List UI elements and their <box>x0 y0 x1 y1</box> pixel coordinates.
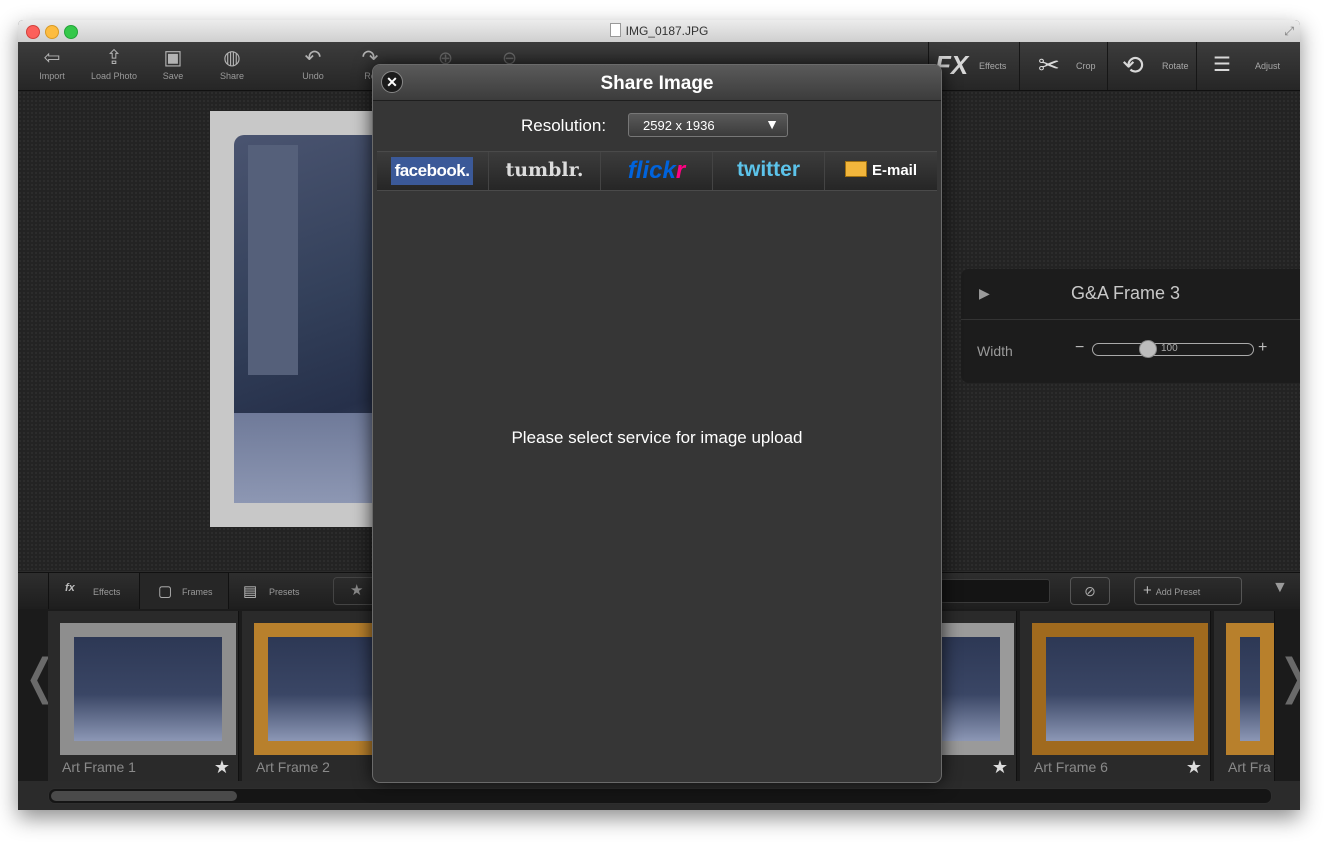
tab-adjust-label: Adjust <box>1255 61 1281 71</box>
globe-icon: ◍ <box>223 47 241 69</box>
dialog-message: Please select service for image upload <box>511 428 803 447</box>
title-bar: IMG_0187.JPG ⤢ <box>18 20 1300 43</box>
star-icon[interactable]: ★ <box>992 757 1008 778</box>
add-preset-button[interactable]: + Add Preset <box>1134 577 1242 605</box>
frame-item-1[interactable]: Art Frame 1 ★ <box>48 611 239 781</box>
resolution-label: Resolution: <box>521 116 607 135</box>
tumblr-logo: tumblr. <box>505 159 584 181</box>
minus-icon[interactable]: − <box>1075 339 1084 357</box>
divider <box>961 319 1300 320</box>
email-button[interactable]: E-mail <box>825 152 937 190</box>
tab-bottom-effects[interactable]: fx Effects <box>48 573 139 609</box>
tab-bottom-frames[interactable]: ▢ Frames <box>139 573 228 609</box>
save-icon: ▣ <box>163 47 183 69</box>
service-bar: facebook. tumblr. flickr twitter E-mail <box>377 151 937 191</box>
dialog-title: Share Image <box>600 73 714 94</box>
tab-effects-label: Effects <box>979 61 1007 71</box>
tab-crop-label: Crop <box>1076 61 1096 71</box>
plus-icon: + <box>1143 582 1152 599</box>
fx-icon: fx <box>65 582 75 594</box>
plus-icon[interactable]: + <box>1258 339 1267 357</box>
email-label: E-mail <box>871 162 917 179</box>
email-logo: E-mail <box>825 161 937 179</box>
fullscreen-icon[interactable]: ⤢ <box>1284 24 1294 39</box>
scrollbar-thumb[interactable] <box>51 791 237 801</box>
tab-bottom-presets-label: Presets <box>269 587 300 597</box>
thumbnail-photo <box>74 637 222 741</box>
tab-bottom-presets[interactable]: ▤ Presets <box>228 573 317 609</box>
star-icon[interactable]: ★ <box>1186 757 1202 778</box>
resolution-dropdown[interactable]: 2592 x 1936 ▼ <box>628 113 788 137</box>
width-label: Width <box>977 343 1013 359</box>
rotate-icon: ⟲ <box>1122 50 1144 80</box>
tab-crop[interactable]: ✂ Crop <box>1019 42 1107 90</box>
frame-thumbnail <box>60 623 236 755</box>
load-photo-button[interactable]: ⇪ Load Photo <box>86 46 142 81</box>
facebook-button[interactable]: facebook. <box>377 152 489 190</box>
frame-strip-scrollbar[interactable] <box>48 788 1272 804</box>
tab-bottom-effects-label: Effects <box>93 587 121 597</box>
collapse-icon[interactable]: ▼ <box>1272 579 1288 597</box>
undo-label: Undo <box>302 71 324 81</box>
frame-label: Art Frame 6 <box>1034 759 1108 775</box>
dropdown-arrow-icon: ▼ <box>765 116 779 132</box>
twitter-button[interactable]: twitter <box>713 152 825 190</box>
thumbnail-photo <box>1240 637 1260 741</box>
width-slider-handle[interactable] <box>1139 340 1157 358</box>
share-label: Share <box>219 71 245 81</box>
flickr-logo-blue: flick <box>627 157 676 184</box>
frame-label: Art Frame 2 <box>256 759 330 775</box>
thumbnail-photo <box>1046 637 1194 741</box>
frame-label: Art Frame 1 <box>62 759 136 775</box>
resolution-value: 2592 x 1936 <box>643 118 715 133</box>
share-image-dialog: ✕ Share Image Resolution: 2592 x 1936 ▼ … <box>372 64 942 783</box>
facebook-logo: facebook. <box>391 157 473 185</box>
save-label: Save <box>162 71 184 81</box>
frame-label: Art Fra <box>1228 759 1271 775</box>
dialog-header: ✕ Share Image <box>373 65 941 101</box>
undo-button[interactable]: ↶ Undo <box>285 46 341 81</box>
import-icon: ⇦ <box>43 47 61 69</box>
scissors-icon: ✂ <box>1038 50 1060 80</box>
flickr-button[interactable]: flickr <box>601 152 713 190</box>
add-preset-label: Add Preset <box>1155 587 1201 597</box>
tumblr-button[interactable]: tumblr. <box>489 152 601 190</box>
share-button[interactable]: ◍ Share <box>204 46 260 81</box>
undo-icon: ↶ <box>304 47 322 69</box>
window-title: IMG_0187.JPG <box>625 24 709 38</box>
import-button[interactable]: ⇦ Import <box>24 46 80 81</box>
flickr-logo: flickr <box>601 157 712 185</box>
twitter-logo: twitter <box>737 158 800 181</box>
tab-bottom-frames-label: Frames <box>182 587 213 597</box>
tab-rotate[interactable]: ⟲ Rotate <box>1107 42 1196 90</box>
frame-settings-panel: ▶ G&A Frame 3 Width − 100 + <box>961 269 1300 383</box>
folder-icon: ▤ <box>243 583 258 600</box>
window-title-area: IMG_0187.JPG <box>18 23 1300 38</box>
no-frame-icon: ⊘ <box>1084 583 1096 599</box>
load-photo-icon: ⇪ <box>105 47 123 69</box>
tab-adjust[interactable]: ☰ Adjust <box>1196 42 1300 90</box>
scroll-right-icon[interactable]: ❭ <box>1274 649 1300 705</box>
star-icon[interactable]: ★ <box>214 757 230 778</box>
no-frame-button[interactable]: ⊘ <box>1070 577 1110 605</box>
width-value: 100 <box>1161 343 1178 354</box>
sliders-icon: ☰ <box>1213 54 1231 76</box>
save-button[interactable]: ▣ Save <box>145 46 201 81</box>
envelope-icon <box>844 161 867 177</box>
preset-search-field[interactable] <box>940 579 1050 603</box>
frame-thumbnail <box>1032 623 1208 755</box>
load-photo-label: Load Photo <box>90 71 138 81</box>
frame-icon: ▢ <box>158 583 173 600</box>
photo-building <box>248 145 298 375</box>
star-icon: ★ <box>350 582 364 599</box>
frame-item-6[interactable]: Art Frame 6 ★ <box>1020 611 1211 781</box>
flickr-logo-pink: r <box>675 157 686 184</box>
document-icon <box>609 23 621 37</box>
play-icon[interactable]: ▶ <box>979 285 990 302</box>
frame-item-7[interactable]: Art Fra <box>1214 611 1275 781</box>
import-label: Import <box>39 71 65 81</box>
panel-title: G&A Frame 3 <box>1071 283 1181 303</box>
frame-thumbnail <box>1226 623 1274 755</box>
tab-rotate-label: Rotate <box>1162 61 1189 71</box>
